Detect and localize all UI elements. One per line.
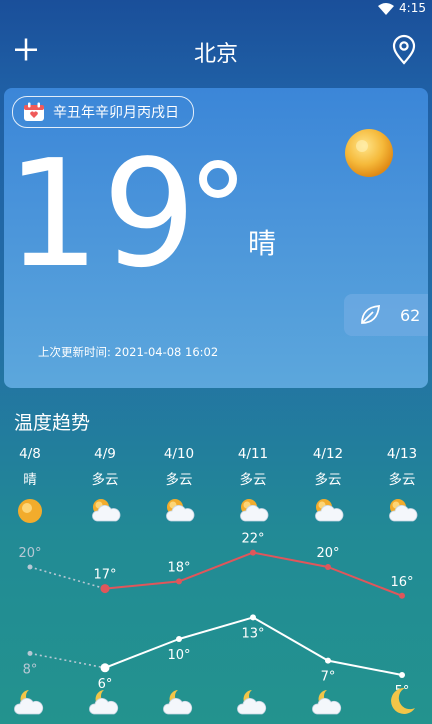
night-cloudy-icon bbox=[162, 686, 196, 716]
city-title: 北京 bbox=[193, 42, 238, 67]
low-point bbox=[250, 614, 256, 621]
update-time: 2021-04-08 16:02 bbox=[114, 345, 219, 359]
low-line-segment bbox=[327, 659, 403, 676]
location-button[interactable] bbox=[386, 32, 422, 68]
low-temp-label: 7° bbox=[321, 670, 336, 685]
low-point bbox=[27, 650, 33, 656]
high-temp-label: 16° bbox=[390, 575, 413, 590]
current-temperature: 19 bbox=[6, 128, 199, 300]
aqi-value: 62 bbox=[400, 305, 421, 325]
day-condition: 多云 bbox=[239, 472, 267, 488]
high-point bbox=[100, 584, 110, 594]
day-column[interactable]: 4/13 多云 bbox=[372, 446, 432, 524]
partly-cloudy-icon bbox=[312, 496, 344, 524]
temperature-trend-chart: 20°17°18°22°20°16°8°6°10°13°7°5° bbox=[18, 532, 413, 690]
partly-cloudy-icon bbox=[163, 496, 195, 524]
night-cloudy-icon bbox=[236, 686, 270, 716]
low-point bbox=[176, 636, 182, 642]
high-temp-label: 20° bbox=[316, 546, 339, 561]
day-date: 4/8 bbox=[19, 446, 41, 462]
low-temp-label: 10° bbox=[167, 648, 190, 663]
high-point bbox=[250, 549, 256, 556]
day-condition: 晴 bbox=[23, 472, 37, 488]
lunar-date: 辛丑年辛卯月丙戌日 bbox=[53, 105, 179, 121]
status-bar: 4:15 bbox=[0, 0, 432, 18]
day-column[interactable]: 4/8 晴 bbox=[0, 446, 60, 524]
current-weather-card: 辛丑年辛卯月丙戌日 19 晴 62 上次更新时间: 2021-04-08 16:… bbox=[4, 88, 428, 388]
partly-cloudy-icon bbox=[237, 496, 269, 524]
high-point bbox=[325, 564, 331, 570]
high-point bbox=[176, 578, 182, 585]
day-date: 4/12 bbox=[312, 446, 344, 462]
wifi-icon bbox=[378, 3, 394, 15]
low-point bbox=[399, 672, 405, 678]
sun-icon bbox=[345, 129, 393, 177]
leaf-icon bbox=[361, 305, 380, 324]
day-column[interactable]: 4/9 多云 bbox=[75, 446, 135, 524]
day-column[interactable]: 4/12 多云 bbox=[298, 446, 358, 524]
day-date: 4/13 bbox=[386, 446, 418, 462]
location-pin-icon bbox=[392, 34, 416, 65]
aqi-pill[interactable]: 62 bbox=[344, 294, 428, 336]
high-temp-label: 20° bbox=[18, 546, 41, 561]
day-date: 4/9 bbox=[94, 446, 116, 462]
day-condition: 多云 bbox=[314, 472, 342, 488]
day-condition: 多云 bbox=[165, 472, 193, 488]
day-column[interactable]: 4/11 多云 bbox=[223, 446, 283, 524]
partly-cloudy-icon bbox=[89, 496, 121, 524]
day-condition: 多云 bbox=[91, 472, 119, 488]
update-time-row: 上次更新时间: 2021-04-08 16:02 bbox=[38, 344, 218, 360]
moon-icon bbox=[385, 686, 419, 716]
low-point bbox=[325, 657, 331, 664]
top-bar: 北京 bbox=[0, 28, 432, 74]
update-label: 上次更新时间: bbox=[38, 345, 111, 359]
status-time: 4:15 bbox=[399, 1, 426, 15]
low-past-segment bbox=[29, 652, 106, 669]
high-point bbox=[399, 592, 405, 599]
day-condition: 多云 bbox=[388, 472, 416, 488]
calendar-icon bbox=[24, 102, 44, 121]
night-cloudy-icon bbox=[88, 686, 122, 716]
night-cloudy-icon bbox=[13, 686, 47, 716]
degree-symbol bbox=[199, 160, 237, 198]
current-condition: 晴 bbox=[248, 227, 277, 260]
trend-title: 温度趋势 bbox=[14, 412, 91, 434]
high-temp-label: 18° bbox=[167, 560, 190, 575]
low-point bbox=[100, 663, 110, 673]
day-date: 4/10 bbox=[163, 446, 195, 462]
lunar-date-pill[interactable]: 辛丑年辛卯月丙戌日 bbox=[12, 96, 194, 128]
partly-cloudy-icon bbox=[386, 496, 418, 524]
low-temp-label: 13° bbox=[241, 626, 264, 641]
high-temp-label: 22° bbox=[241, 532, 264, 547]
high-temp-label: 17° bbox=[93, 568, 116, 583]
night-cloudy-icon bbox=[311, 686, 345, 716]
sun-icon bbox=[14, 496, 46, 524]
day-column[interactable]: 4/10 多云 bbox=[149, 446, 209, 524]
day-date: 4/11 bbox=[237, 446, 269, 462]
high-point bbox=[27, 564, 33, 570]
low-temp-label: 8° bbox=[23, 662, 38, 677]
